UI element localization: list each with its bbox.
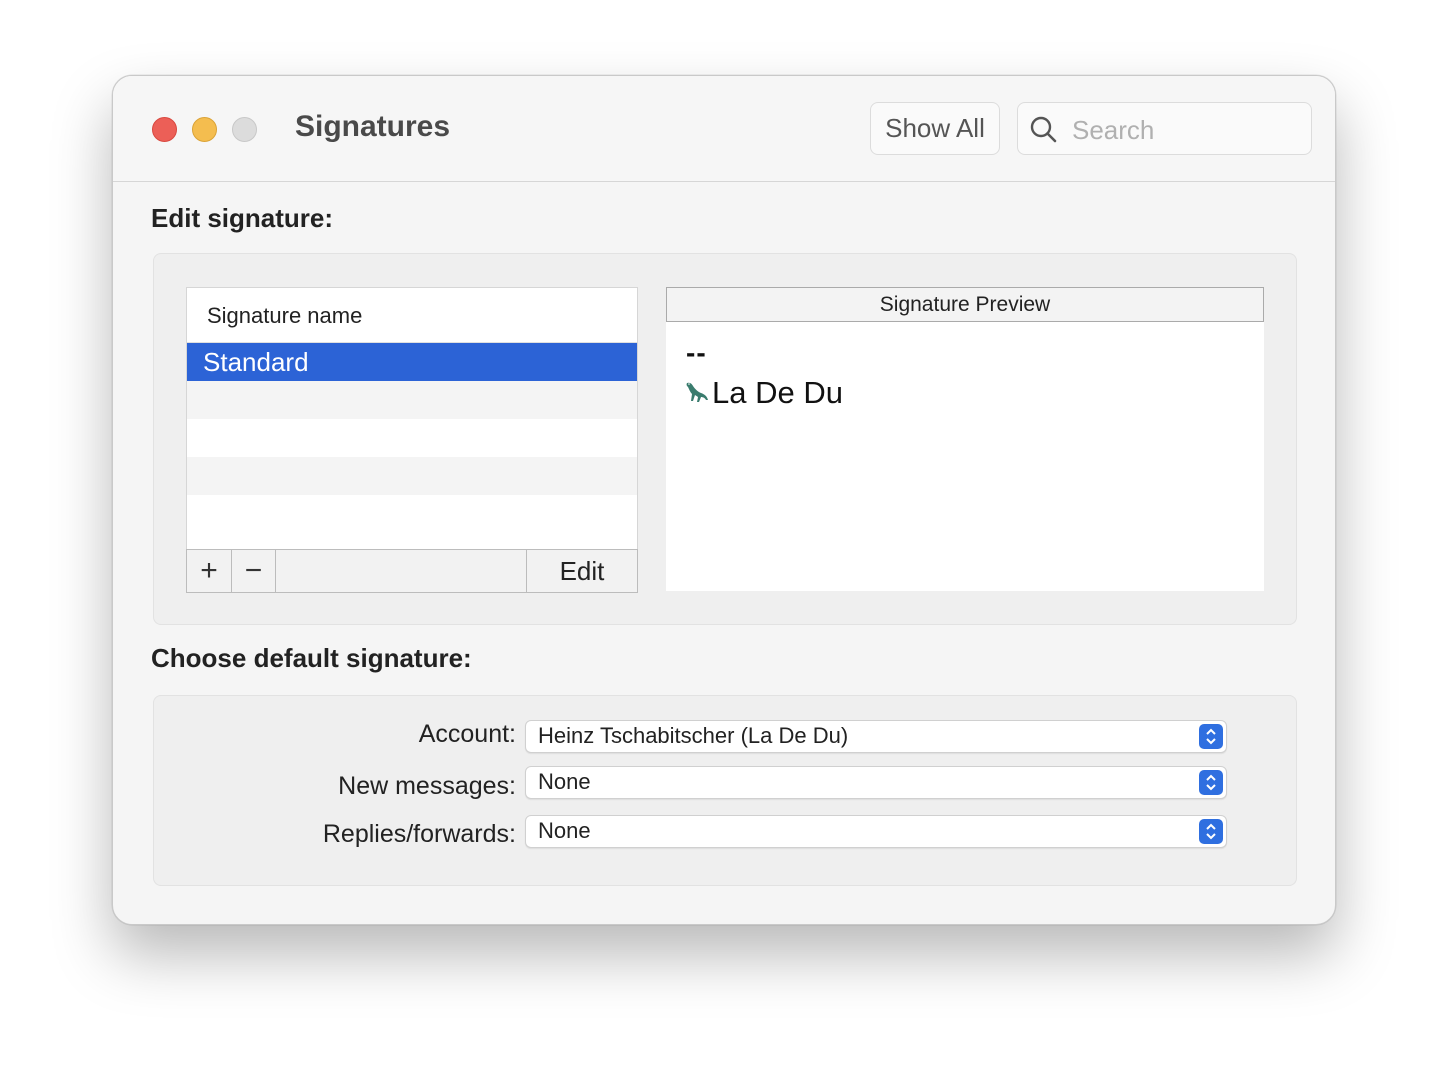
toolbar-spacer: [276, 550, 527, 592]
signatures-window: Signatures Show All Edit signature: Sign…: [112, 75, 1336, 925]
signature-text-line: La De Du: [684, 375, 843, 411]
signature-preview-header: Signature Preview: [666, 287, 1264, 322]
new-messages-label: New messages:: [338, 772, 516, 800]
account-select[interactable]: Heinz Tschabitscher (La De Du): [525, 720, 1227, 753]
search-field[interactable]: [1017, 102, 1312, 155]
new-messages-row: New messages: None: [154, 766, 1296, 800]
new-messages-select[interactable]: None: [525, 766, 1227, 799]
signature-preview: Signature Preview -- La De Du: [666, 287, 1264, 591]
replies-forwards-select[interactable]: None: [525, 815, 1227, 848]
empty-row: [187, 419, 637, 457]
chevron-up-down-icon: [1199, 724, 1223, 749]
signature-list-toolbar: + − Edit: [186, 549, 638, 593]
chevron-up-down-icon: [1199, 819, 1223, 844]
search-input[interactable]: [1070, 113, 1304, 147]
edit-signature-heading: Edit signature:: [151, 203, 334, 233]
signature-text: La De Du: [712, 375, 843, 410]
add-signature-button[interactable]: +: [187, 550, 232, 592]
signature-name-column-header: Signature name: [187, 288, 637, 343]
edit-signature-button[interactable]: Edit: [527, 550, 637, 592]
empty-row: [187, 495, 637, 533]
account-row: Account: Heinz Tschabitscher (La De Du): [154, 720, 1296, 754]
replies-forwards-label: Replies/forwards:: [322, 820, 516, 848]
signature-separator: --: [686, 337, 707, 368]
dinosaur-icon: [686, 382, 708, 402]
window-title: Signatures: [295, 110, 451, 143]
edit-signature-group: Signature name Standard + − Edit Signatu…: [153, 253, 1297, 625]
chevron-up-down-icon: [1199, 770, 1223, 795]
close-window-button[interactable]: [152, 117, 177, 142]
signature-row-standard[interactable]: Standard: [187, 343, 637, 381]
empty-row: [187, 457, 637, 495]
remove-signature-button[interactable]: −: [232, 550, 276, 592]
choose-default-heading: Choose default signature:: [151, 643, 472, 673]
minimize-window-button[interactable]: [192, 117, 217, 142]
replies-forwards-row: Replies/forwards: None: [154, 815, 1296, 849]
empty-row: [187, 381, 637, 419]
show-all-button[interactable]: Show All: [870, 102, 1000, 155]
replies-forwards-select-value: None: [538, 818, 591, 843]
zoom-window-button: [232, 117, 257, 142]
signature-list: Signature name Standard + − Edit: [186, 287, 638, 593]
new-messages-select-value: None: [538, 769, 591, 794]
title-bar: Signatures Show All: [113, 76, 1335, 182]
default-signature-group: Account: Heinz Tschabitscher (La De Du) …: [153, 695, 1297, 886]
search-icon: [1030, 116, 1057, 143]
account-label: Account:: [418, 720, 516, 748]
account-select-value: Heinz Tschabitscher (La De Du): [538, 723, 849, 748]
